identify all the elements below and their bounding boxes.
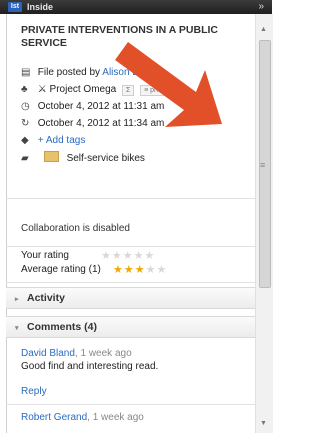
posted-by-row: ▤ File posted by Alison Dupont (21, 66, 165, 80)
comments-section-header[interactable]: ▾ Comments (4) (6, 316, 255, 338)
tag-icon: ◆ (21, 135, 29, 146)
star-icon[interactable]: ★ (112, 250, 123, 262)
open-folder-icon: ▰ (21, 153, 29, 164)
divider (6, 246, 255, 247)
app-logo: Ist (8, 2, 22, 12)
your-rating-label: Your rating (21, 250, 69, 261)
your-rating-row: Your rating ★★★★★ (21, 249, 154, 263)
scroll-down-icon[interactable]: ▼ (260, 420, 267, 427)
private-badge: ≡ private (140, 85, 176, 96)
comment-header: Robert Gerand, 1 week ago (21, 412, 144, 423)
star-icon: ★ (145, 264, 157, 276)
comment-text: Good find and interesting read. (21, 361, 159, 372)
document-title: PRIVATE INTERVENTIONS IN A PUBLIC SERVIC… (21, 24, 218, 49)
folder-icon (43, 151, 59, 162)
comment-header: David Bland, 1 week ago (21, 348, 132, 359)
modified-date: October 4, 2012 at 11:34 am (37, 118, 165, 129)
collapse-icon: ▾ (15, 325, 19, 332)
app-title: Inside (27, 2, 54, 12)
your-rating-stars[interactable]: ★★★★★ (101, 249, 155, 263)
tags-row: ◆ + Add tags (21, 134, 85, 148)
clock-icon: ◷ (21, 101, 30, 112)
star-icon[interactable]: ★ (101, 250, 112, 262)
comment-time: , 1 week ago (74, 348, 132, 359)
activity-section-header[interactable]: ▸ Activity (6, 287, 255, 309)
star-icon[interactable]: ★ (123, 250, 134, 262)
star-icon[interactable]: ★ (134, 250, 145, 262)
posted-by-label: File posted by (37, 67, 101, 78)
created-row: ◷ October 4, 2012 at 11:31 am (21, 100, 164, 114)
scroll-up-icon[interactable]: ▲ (260, 26, 267, 33)
divider (6, 198, 255, 199)
project-badge-sigma: Σ (122, 85, 135, 96)
project-icon: ♣ (21, 84, 28, 95)
created-date: October 4, 2012 at 11:31 am (37, 101, 165, 112)
star-icon: ★ (113, 264, 124, 276)
folder-row: ▰ Self-service bikes (21, 151, 145, 165)
average-rating-stars: ★★★★★ (113, 263, 167, 277)
modified-row: ↻ October 4, 2012 at 11:34 am (21, 117, 164, 131)
average-rating-row: Average rating (1) ★★★★★ (21, 263, 166, 277)
collaboration-status: Collaboration is disabled (21, 223, 130, 234)
activity-label: Activity (27, 292, 65, 304)
star-icon[interactable]: ★ (145, 250, 156, 262)
vertical-scrollbar[interactable]: ▲ ≡ ▼ (255, 14, 273, 433)
comment-author-link[interactable]: Robert Gerand (21, 412, 87, 423)
collapse-panel-button[interactable]: » (258, 0, 264, 13)
average-rating-label: Average rating (1) (21, 264, 101, 275)
project-name: Project Omega (49, 84, 117, 95)
expand-icon: ▸ (15, 296, 19, 303)
app-titlebar: Ist Inside » (0, 0, 272, 14)
star-icon: ★ (134, 264, 146, 276)
file-icon: ▤ (21, 67, 31, 78)
author-link[interactable]: Alison Dupont (102, 67, 164, 78)
divider (6, 282, 255, 283)
add-tags-link[interactable]: + Add tags (38, 135, 86, 146)
comments-label: Comments (4) (27, 321, 98, 333)
star-icon: ★ (123, 264, 135, 276)
scroll-grip-icon: ≡ (260, 160, 266, 170)
comment-author-link[interactable]: David Bland (21, 348, 75, 359)
comment-time: , 1 week ago (87, 412, 144, 423)
refresh-icon: ↻ (21, 118, 30, 129)
star-icon: ★ (156, 264, 168, 276)
folder-name[interactable]: Self-service bikes (67, 153, 145, 164)
divider (6, 404, 255, 405)
project-row: ♣ ⚔ Project Omega Σ ≡ private (21, 83, 176, 97)
project-type-icon: ⚔ (37, 84, 47, 95)
reply-link[interactable]: Reply (21, 386, 47, 397)
